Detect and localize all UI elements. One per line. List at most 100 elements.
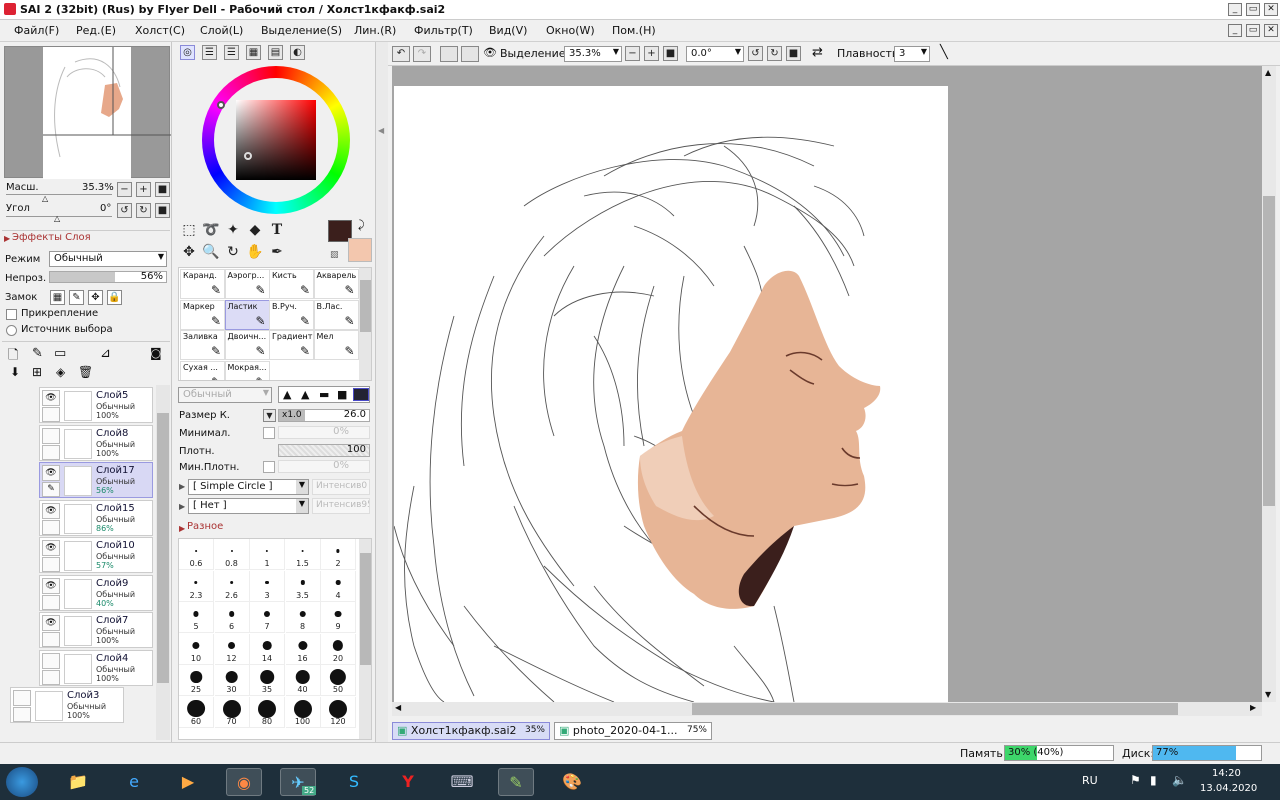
rotate-tool-icon[interactable]: ↻ [222,242,244,262]
lasso-icon[interactable]: ➰ [200,220,222,240]
zoom-slider-handle[interactable]: △ [42,194,48,203]
layer-effects-header[interactable]: ▶ Эффекты Слоя [2,230,170,246]
redo-icon[interactable]: ↷ [413,46,431,62]
new-folder-icon[interactable]: ▭ [54,346,66,361]
brush-list-scrollbar[interactable] [359,268,371,380]
brush-size-cell[interactable]: 25 [179,665,214,696]
yandex-icon[interactable]: Y [390,768,426,796]
brush-size-cell[interactable]: 100 [285,696,321,728]
canvas-hscroll-thumb[interactable] [692,703,1178,715]
new-linework-layer-icon[interactable]: ✎ [32,346,43,361]
paint-icon[interactable]: 🎨 [554,768,590,796]
scratchpad-tab-icon[interactable]: ▤ [268,45,283,60]
lock-move-icon[interactable]: ✥ [88,290,103,305]
brush-cell[interactable]: Заливка ✎ [180,330,225,360]
brush-cell[interactable]: Ластик ✎ [224,299,270,330]
brush-list-scroll-thumb[interactable] [360,280,371,332]
hue-picker-handle[interactable] [217,101,225,109]
brush-size-cell[interactable]: 6 [214,602,250,633]
shape-icon[interactable]: ◆ [244,220,266,240]
size-grid-scroll-thumb[interactable] [360,553,371,665]
expand-arrow-icon[interactable]: ▶ [179,482,185,491]
lock-all-icon[interactable]: 🔒 [107,290,122,305]
brush-blend-select[interactable]: Обычный ▼ [178,387,272,403]
eye-icon[interactable]: 👁 [42,390,60,406]
menu-canvas[interactable]: Холст(C) [135,24,185,37]
brush-size-cell[interactable]: 70 [214,696,250,728]
merge-down-icon[interactable]: ⬇ [10,365,20,379]
brush-cell[interactable]: Аэрогр... ✎ [224,269,270,299]
tip-shape-5-icon[interactable] [353,388,369,401]
misc-section-label[interactable]: Разное [187,521,223,532]
scroll-left-icon[interactable]: ◀ [395,703,401,712]
brush-size-cell[interactable]: 1.5 [285,539,321,570]
volume-icon[interactable]: 🔈 [1172,773,1187,787]
transparent-color-icon[interactable]: ▨ [330,250,339,260]
merge-layer-icon[interactable]: ⊞ [32,365,42,379]
eye-hidden-icon[interactable] [13,690,31,706]
eye-icon[interactable]: 👁 [42,615,60,631]
brush-texture-select[interactable]: [ Нет ] ▼ [188,498,309,514]
network-icon[interactable]: ▮ [1150,773,1157,787]
tip-shape-4-icon[interactable]: ■ [337,388,347,401]
explorer-icon[interactable]: 📁 [60,768,96,796]
doc-tab[interactable]: ▣ photo_2020-04-1... 75% [554,722,712,740]
eye-hidden-icon[interactable] [42,427,60,444]
brush-size-cell[interactable]: 12 [214,633,250,665]
layer-list-scroll-thumb[interactable] [157,413,169,683]
toolbar-rotate-reset-button[interactable]: ■ [786,46,801,61]
brush-size-cell[interactable]: 5 [179,602,214,633]
brush-size-cell[interactable]: 8 [285,602,321,633]
density-slider[interactable]: 100 [278,444,370,457]
selection-source-checkbox[interactable] [6,325,17,336]
layer-option-icon[interactable] [42,444,60,460]
sv-picker-handle[interactable] [244,152,252,160]
toolbar-zoom-reset-button[interactable]: ■ [663,46,678,61]
brush-size-cell[interactable]: 30 [214,665,250,696]
lock-transparency-icon[interactable]: ▦ [50,290,65,305]
skype-icon[interactable]: S [336,768,372,796]
rect-select-icon[interactable]: ⬚ [178,220,200,240]
zoom-out-button[interactable]: − [117,182,132,197]
brush-shape-select[interactable]: [ Simple Circle ] ▼ [188,479,309,495]
invert-selection-icon[interactable] [461,46,479,62]
hsv-sliders-tab-icon[interactable]: ☰ [224,45,239,60]
brush-size-cell[interactable]: 3.5 [285,570,321,602]
keyboard-icon[interactable]: ⌨ [444,768,480,796]
layer-item[interactable]: 👁 Слой10 Обычный 57% [39,537,153,573]
brush-size-cell[interactable]: 3 [250,570,285,602]
mask-icon[interactable]: ◙ [150,346,162,360]
maximize-button[interactable]: ▭ [1246,3,1260,16]
scroll-up-icon[interactable]: ▲ [1265,68,1271,77]
eye-icon[interactable]: 👁 [42,577,60,594]
toolbar-zoom-in-button[interactable]: + [644,46,659,61]
eye-icon[interactable]: 👁 [42,465,60,481]
color-wheel-tab-icon[interactable]: ◎ [180,45,195,60]
deselect-icon[interactable] [440,46,458,62]
brush-size-cell[interactable]: 1 [250,539,285,570]
min-size-checkbox[interactable] [263,427,275,439]
layer-option-icon[interactable] [42,519,60,535]
hand-icon[interactable]: ✋ [244,242,266,262]
blend-mode-select[interactable]: Обычный ▼ [49,251,167,267]
brush-size-cell[interactable]: 2 [321,539,356,570]
layer-option-icon[interactable] [42,632,60,647]
toolbar-rotate-right-button[interactable]: ↻ [767,46,782,61]
brush-size-cell[interactable]: 7 [250,602,285,633]
rotate-left-button[interactable]: ↺ [117,203,132,218]
toolbar-rotate-left-button[interactable]: ↺ [748,46,763,61]
eye-icon[interactable]: 👁 [42,540,60,556]
brush-size-cell[interactable]: 60 [179,696,214,728]
menu-edit[interactable]: Ред.(E) [76,24,116,37]
navigator-preview[interactable] [4,46,171,179]
zoom-slider[interactable] [6,194,112,195]
brush-size-cell[interactable]: 80 [250,696,285,728]
angle-slider-handle[interactable]: △ [54,214,60,223]
brush-size-cell[interactable]: 9 [321,602,356,633]
panel-splitter[interactable]: ◀ ◀ [376,42,388,779]
selection-visible-icon[interactable]: 👁 [483,46,497,59]
brush-size-cell[interactable]: 2.6 [214,570,250,602]
brush-cell[interactable]: Маркер ✎ [180,299,225,330]
magic-wand-icon[interactable]: ✦ [222,220,244,240]
transfer-down-icon[interactable]: ⊿ [100,346,111,361]
